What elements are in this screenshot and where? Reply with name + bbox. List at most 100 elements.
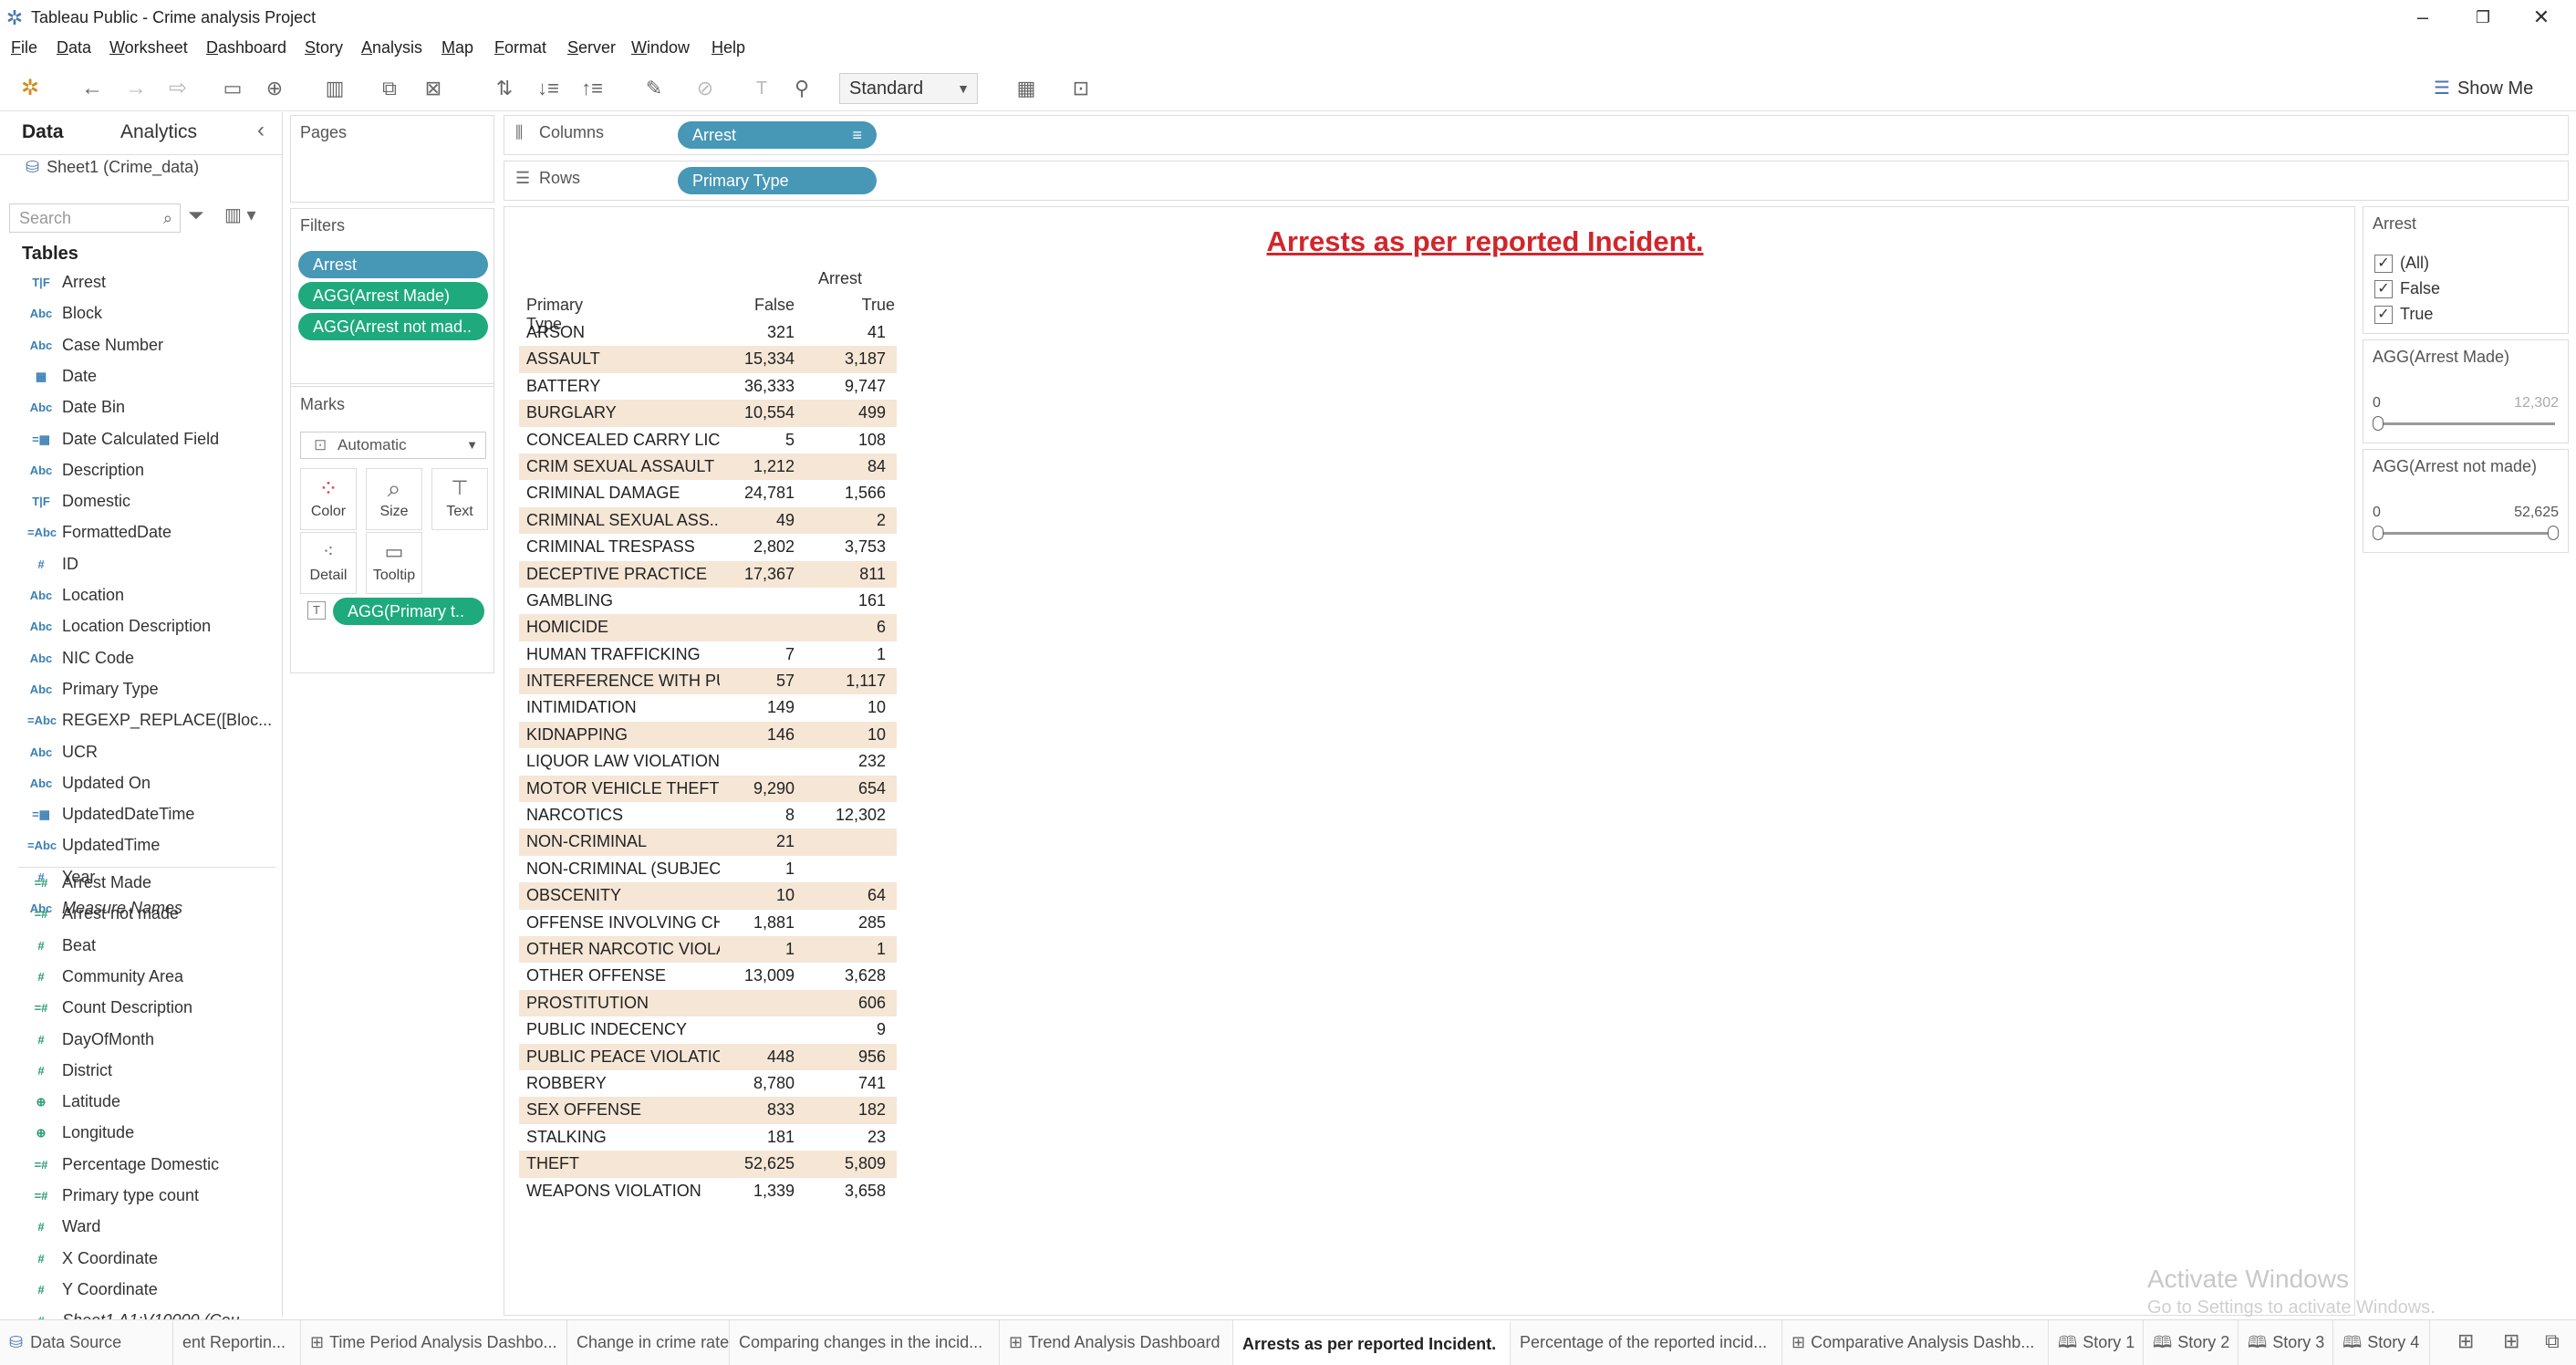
sort-ascending-icon[interactable]: ↓≡ [533,73,564,104]
slider-handle-min[interactable] [2373,526,2384,540]
redo-icon[interactable]: → [120,73,151,104]
clear-sheet-icon[interactable]: ⊠ [418,73,449,104]
field-item[interactable]: # ID [0,551,279,579]
slider-handle-max[interactable] [2548,526,2559,540]
column-header-true[interactable]: True [795,296,895,315]
table-row[interactable]: THEFT 52,625 5,809 [519,1151,897,1178]
new-dashboard-tab-icon[interactable]: ⊞ [2503,1329,2519,1353]
row-label[interactable]: THEFT [526,1151,720,1177]
sheet-tab[interactable]: 🕮 Story 2 [2144,1320,2238,1365]
table-row[interactable]: GAMBLING 161 [519,588,897,614]
menu-server[interactable]: Server [567,36,616,64]
sheet-tab[interactable]: 🕮 Story 3 [2238,1320,2333,1365]
table-row[interactable]: STALKING 181 23 [519,1124,897,1151]
columns-shelf[interactable]: ⫼ Columns Arrest ≡ [504,115,2569,155]
row-label[interactable]: CRIMINAL DAMAGE [526,480,720,506]
field-item[interactable]: =# Arrest not made [0,901,279,929]
sheet-tab[interactable]: Percentage of the reported incid... [1511,1320,1782,1365]
sheet-tab[interactable]: ⊞ Comparative Analysis Dashb... [1782,1320,2049,1365]
table-row[interactable]: LIQUOR LAW VIOLATION 232 [519,748,897,775]
row-label[interactable]: CRIM SEXUAL ASSAULT [526,453,720,480]
sheet-tab[interactable]: ent Reportin... [173,1320,301,1365]
rows-shelf[interactable]: ☰ Rows Primary Type [504,161,2569,201]
minimize-button[interactable]: – [2395,0,2450,36]
row-label[interactable]: DECEPTIVE PRACTICE [526,561,720,588]
pin-icon[interactable]: ⚲ [786,73,817,104]
table-row[interactable]: PUBLIC INDECENCY 9 [519,1016,897,1043]
pages-card[interactable]: Pages [290,115,494,203]
field-item[interactable]: # Y Coordinate [0,1276,279,1305]
sheet-tab[interactable]: 🕮 Story 4 [2333,1320,2430,1365]
collapse-pane-icon[interactable]: ‹ [257,118,265,143]
row-label[interactable]: WEAPONS VIOLATION [526,1178,720,1204]
table-row[interactable]: ROBBERY 8,780 741 [519,1070,897,1097]
row-label[interactable]: ARSON [526,319,720,346]
row-label[interactable]: SEX OFFENSE [526,1097,720,1123]
table-row[interactable]: HOMICIDE 6 [519,614,897,641]
fit-select[interactable]: Standard ▼ [839,73,978,104]
presentation-icon[interactable]: ⊡ [1065,73,1096,104]
field-item[interactable]: Abc Location [0,582,279,610]
table-row[interactable]: KIDNAPPING 146 10 [519,721,897,749]
cards-icon[interactable]: ▦ [1011,73,1042,104]
row-label[interactable]: CRIMINAL SEXUAL ASS.. [526,507,720,534]
restore-button[interactable]: ❐ [2456,0,2510,36]
table-row[interactable]: OTHER OFFENSE 13,009 3,628 [519,963,897,989]
row-label[interactable]: ASSAULT [526,346,720,372]
close-button[interactable]: ✕ [2514,0,2569,36]
field-item[interactable]: Abc Block [0,300,279,328]
menu-map[interactable]: Map [441,36,473,64]
tab-analytics[interactable]: Analytics [120,121,197,143]
field-item[interactable]: # Community Area [0,964,279,992]
table-row[interactable]: NON-CRIMINAL 21 [519,828,897,856]
field-item[interactable]: =# Count Description [0,995,279,1023]
table-row[interactable]: PROSTITUTION 606 [519,989,897,1017]
table-row[interactable]: BURGLARY 10,554 499 [519,400,897,427]
field-item[interactable]: =Abc UpdatedTime [0,832,279,860]
field-item[interactable]: T|F Arrest [0,269,279,297]
sheet-tab[interactable]: ⊞ Time Period Analysis Dashbo... [301,1320,567,1365]
tab-data-source[interactable]: ⛁ Data Source [0,1320,173,1365]
rows-pill-primary-type[interactable]: Primary Type [678,167,877,194]
field-item[interactable]: =Abc REGEXP_REPLACE([Bloc... [0,707,279,735]
menu-analysis[interactable]: Analysis [361,36,422,64]
field-item[interactable]: =▦ Date Calculated Field [0,426,279,454]
field-item[interactable]: # District [0,1058,279,1086]
field-item[interactable]: Abc Updated On [0,770,279,798]
sort-descending-icon[interactable]: ↑≡ [576,73,608,104]
menu-data[interactable]: Data [57,36,91,64]
field-item[interactable]: ⊕ Latitude [0,1089,279,1117]
row-label[interactable]: ROBBERY [526,1070,720,1097]
field-item[interactable]: =Abc FormattedDate [0,519,279,547]
highlight-icon[interactable]: ✎ [639,73,670,104]
sheet-tab[interactable]: Change in crime rate [567,1320,730,1365]
row-label[interactable]: PROSTITUTION [526,990,720,1016]
row-label[interactable]: HUMAN TRAFFICKING [526,641,720,668]
menu-help[interactable]: Help [712,36,745,64]
row-label[interactable]: OBSCENITY [526,882,720,909]
table-row[interactable]: PUBLIC PEACE VIOLATION 448 956 [519,1043,897,1070]
search-input[interactable]: Search ⌕ [9,203,181,233]
row-label[interactable]: PUBLIC PEACE VIOLATION [526,1044,720,1070]
tab-data[interactable]: Data [22,121,64,143]
column-header-arrest[interactable]: Arrest [785,269,895,288]
table-row[interactable]: INTERFERENCE WITH PUB.. 57 1,117 [519,668,897,695]
table-row[interactable]: WEAPONS VIOLATION 1,339 3,658 [519,1178,897,1204]
row-label[interactable]: STALKING [526,1124,720,1151]
duplicate-sheet-icon[interactable]: ⧉ [374,73,405,104]
row-label[interactable]: GAMBLING [526,588,720,614]
table-row[interactable]: SEX OFFENSE 833 182 [519,1097,897,1124]
menu-format[interactable]: Format [494,36,546,64]
field-item[interactable]: # DayOfMonth [0,1026,279,1055]
size-button[interactable]: ⌕ Size [366,468,422,530]
tableau-home-icon[interactable]: ✲ [15,73,46,104]
datasource-item[interactable]: ⛁ Sheet1 (Crime_data) [26,158,199,177]
filter-pill-arrest[interactable]: Arrest [298,251,488,278]
filter-icon[interactable]: ⏷ [188,203,204,227]
menu-worksheet[interactable]: Worksheet [109,36,188,64]
checkbox-false[interactable]: ✓ False [2374,276,2440,300]
row-label[interactable]: CRIMINAL TRESPASS [526,534,720,560]
swap-icon[interactable]: ⇅ [489,73,520,104]
group-icon[interactable]: ⊘ [690,73,721,104]
detail-button[interactable]: ⁖ Detail [300,532,357,594]
